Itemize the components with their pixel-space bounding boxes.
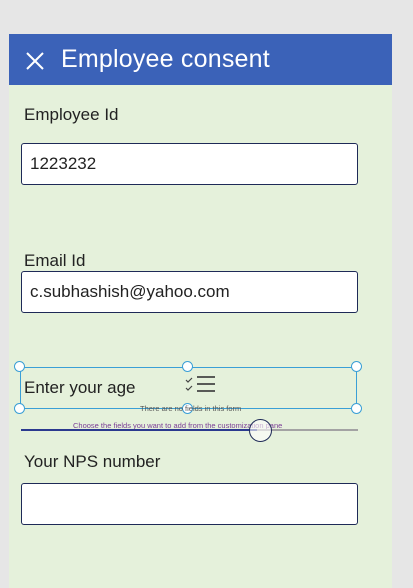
close-icon[interactable] (25, 51, 45, 71)
page-title: Employee consent (61, 45, 270, 73)
email-id-label: Email Id (24, 251, 86, 270)
form-header: Employee consent (9, 34, 392, 85)
empty-form-hint: There are no fields in this form (140, 404, 242, 413)
employee-id-field[interactable] (21, 143, 358, 185)
resize-handle-top-right[interactable] (351, 361, 362, 372)
resize-handle-top-left[interactable] (14, 361, 25, 372)
email-id-field[interactable] (21, 271, 358, 313)
age-label: Enter your age (24, 378, 136, 397)
employee-id-label: Employee Id (24, 105, 119, 124)
checklist-icon (185, 376, 215, 392)
resize-handle-bottom-left[interactable] (14, 403, 25, 414)
slider-knob[interactable] (249, 419, 272, 442)
slider-track (21, 429, 358, 431)
nps-label: Your NPS number (24, 452, 161, 471)
resize-handle-bottom-right[interactable] (351, 403, 362, 414)
resize-handle-top-middle[interactable] (182, 361, 193, 372)
nps-number-field[interactable] (21, 483, 358, 525)
